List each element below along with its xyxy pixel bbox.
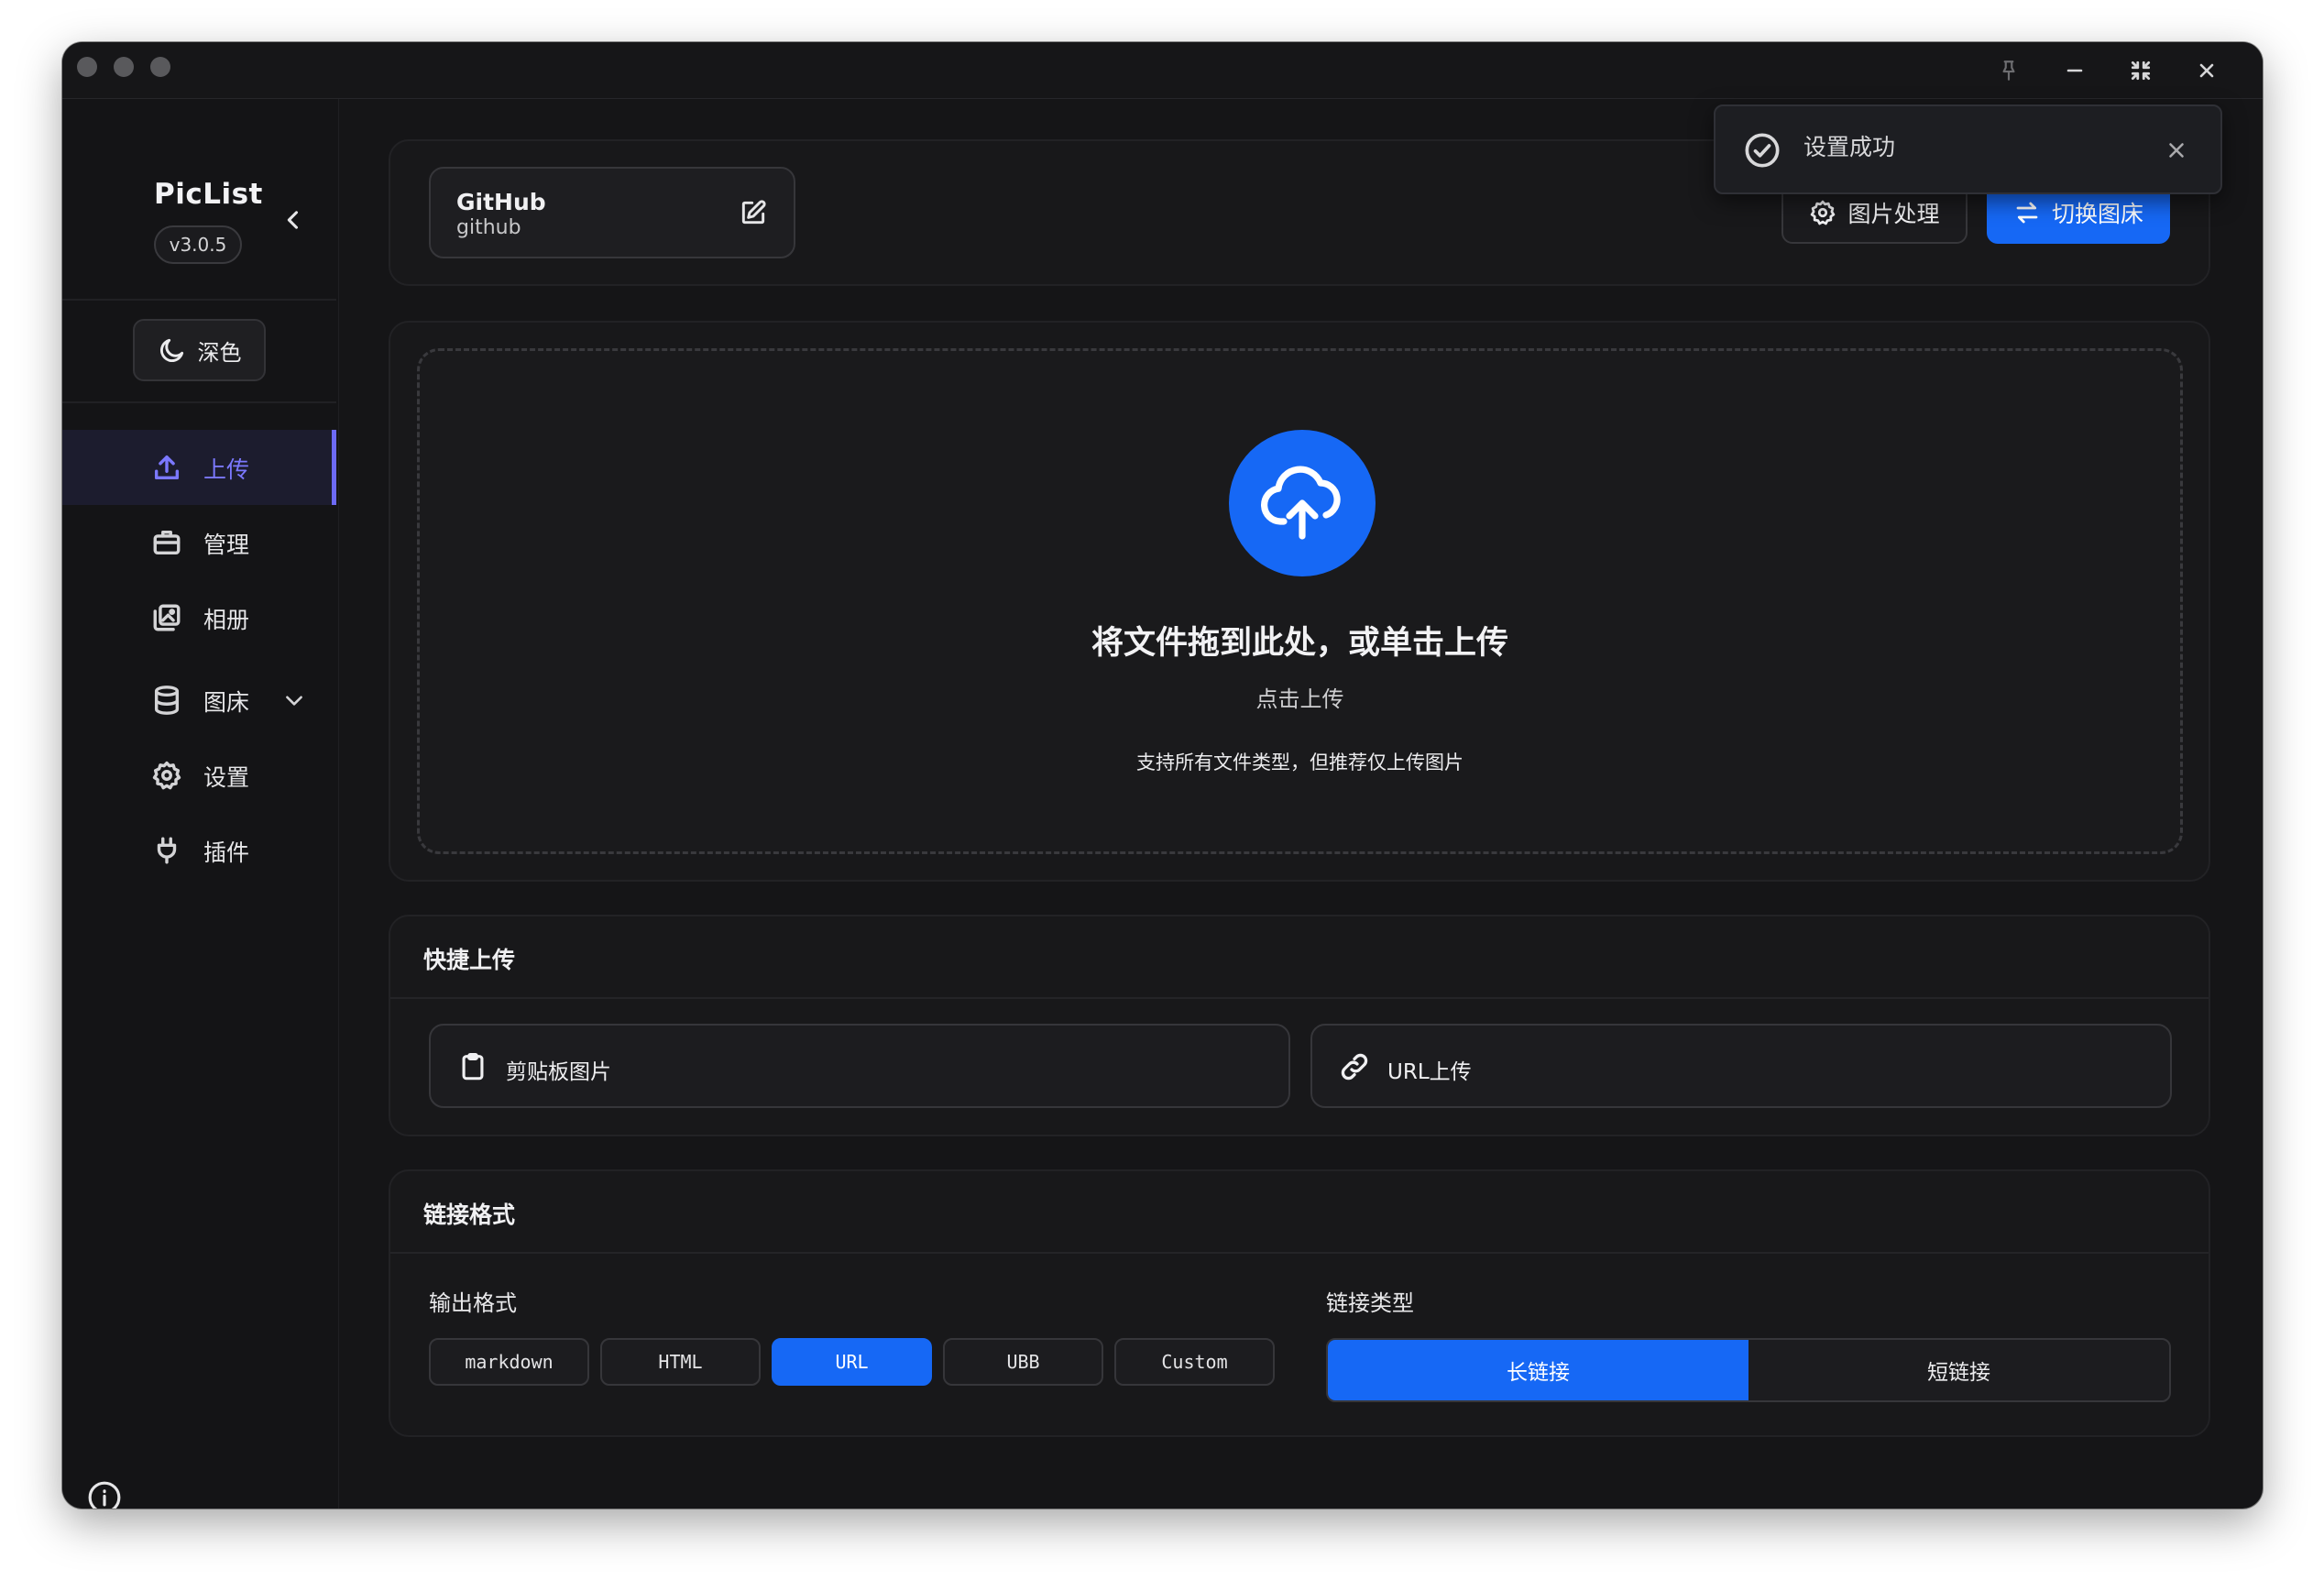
success-toast: 设置成功 [1714,104,2222,194]
database-icon [148,682,185,719]
sidebar-item-label: 图床 [203,689,250,716]
format-option-ubb[interactable]: UBB [943,1338,1103,1386]
cloud-upload-icon [1229,430,1376,576]
upload-dropzone[interactable]: 将文件拖到此处，或单击上传 点击上传 支持所有文件类型，但推荐仅上传图片 [417,348,2183,854]
app-name: PicList [154,178,263,211]
gear-icon [148,757,185,794]
dropzone-title: 将文件拖到此处，或单击上传 [1091,625,1508,662]
quick-upload-title: 快捷上传 [423,947,516,973]
link-type-segmented: 长链接 短链接 [1326,1338,2171,1402]
url-upload-button[interactable]: URL上传 [1310,1024,2172,1108]
link-type-short[interactable]: 短链接 [1748,1340,2169,1400]
sidebar-item-plugins[interactable]: 插件 [62,813,336,888]
output-format-label: 输出格式 [429,1290,517,1316]
sidebar-item-picbed[interactable]: 图床 [62,663,336,738]
dropzone-subtitle: 点击上传 [1255,686,1344,712]
check-circle-icon [1743,131,1781,170]
link-icon [1338,1050,1371,1083]
chevron-down-icon [282,688,306,718]
sidebar-divider [62,401,336,403]
edit-icon[interactable] [737,196,770,229]
clipboard-upload-button[interactable]: 剪贴板图片 [429,1024,1290,1108]
clipboard-icon [456,1050,489,1083]
minimize-icon[interactable] [2058,54,2091,87]
upload-icon [148,449,185,486]
link-type-label: 链接类型 [1326,1290,1414,1316]
moon-icon [159,338,183,363]
format-option-custom[interactable]: Custom [1114,1338,1275,1386]
sidebar-item-label: 设置 [203,764,250,791]
sidebar-item-gallery[interactable]: 相册 [62,580,336,655]
sidebar-item-manage[interactable]: 管理 [62,505,336,580]
app-window: PicList v3.0.5 深色 上传 管理 相册 图床 设置 插件 GitH… [62,42,2263,1509]
sidebar-item-label: 上传 [203,456,250,483]
link-type-long[interactable]: 长链接 [1328,1340,1748,1400]
format-option-html[interactable]: HTML [600,1338,761,1386]
sidebar: PicList v3.0.5 深色 上传 管理 相册 图床 设置 插件 [62,99,339,1509]
url-upload-label: URL上传 [1387,1060,1472,1084]
image-process-label: 图片处理 [1847,201,1940,227]
info-icon[interactable] [84,1477,125,1509]
sidebar-divider [62,299,336,301]
format-option-markdown[interactable]: markdown [429,1338,589,1386]
section-divider [390,997,2209,999]
theme-toggle-label: 深色 [197,339,242,366]
collapse-sidebar-icon[interactable] [275,202,312,238]
host-id: github [456,216,521,239]
clipboard-upload-label: 剪贴板图片 [506,1060,611,1084]
current-host-box: GitHub github [429,167,795,258]
format-option-url[interactable]: URL [772,1338,932,1386]
gallery-icon [148,599,185,636]
theme-toggle-button[interactable]: 深色 [133,319,266,381]
close-icon[interactable] [2160,134,2193,167]
close-icon[interactable] [2190,54,2223,87]
sidebar-item-upload[interactable]: 上传 [62,430,336,505]
swap-icon [2016,202,2038,224]
version-badge: v3.0.5 [154,225,242,264]
sidebar-item-label: 相册 [203,607,250,633]
briefcase-icon [148,524,185,561]
sidebar-item-label: 管理 [203,532,250,558]
section-divider [390,1252,2209,1254]
restore-icon[interactable] [2124,54,2157,87]
gear-icon [1811,200,1836,225]
plug-icon [148,832,185,869]
sidebar-item-settings[interactable]: 设置 [62,738,336,813]
sidebar-item-label: 插件 [203,839,250,866]
close-traffic-light[interactable] [77,57,97,77]
minimize-traffic-light[interactable] [114,57,134,77]
title-bar [62,42,2263,99]
switch-host-label: 切换图床 [2051,201,2143,227]
dropzone-hint: 支持所有文件类型，但推荐仅上传图片 [1136,752,1463,774]
zoom-traffic-light[interactable] [150,57,170,77]
toast-message: 设置成功 [1803,134,1896,160]
link-format-title: 链接格式 [423,1201,516,1228]
host-name: GitHub [456,189,546,215]
pin-icon[interactable] [1992,54,2025,87]
